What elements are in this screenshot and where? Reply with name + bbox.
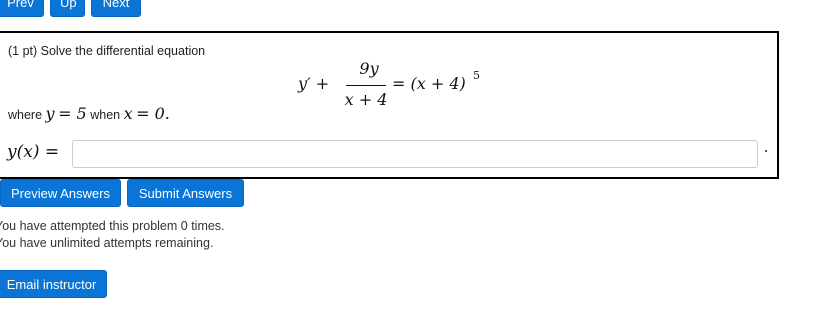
email-instructor-button[interactable]: Email instructor [0,270,107,298]
condition-value-y: = 5 [58,104,87,123]
condition-value-x: = 0. [136,104,170,123]
rhs-exponent: 5 [473,69,480,82]
condition-var-y: y [45,104,55,123]
initial-condition: where y = 5 when x = 0. [8,104,170,123]
problem-box: (1 pt) Solve the differential equation y… [0,31,779,179]
up-button[interactable]: Up [50,0,85,17]
where-text: where [8,108,43,122]
fraction-numerator: 9y [359,59,379,78]
equation-lhs: y′ + [298,74,330,93]
fraction-denominator: x + 4 [344,90,388,109]
prev-button[interactable]: Prev [0,0,44,17]
when-text: when [90,108,121,122]
answer-label: y(x) = [7,142,60,162]
answer-status-dot [765,150,767,152]
remaining-text: You have unlimited attempts remaining. [0,236,214,250]
problem-intro: (1 pt) Solve the differential equation [8,44,206,58]
preview-answers-button[interactable]: Preview Answers [0,179,121,207]
submit-answers-button[interactable]: Submit Answers [127,179,244,207]
fraction-bar [346,85,386,86]
answer-input[interactable] [72,140,758,168]
next-button[interactable]: Next [91,0,141,17]
attempted-text: You have attempted this problem 0 times. [0,219,225,233]
equation-rhs: = (x + 4) [392,74,466,93]
condition-var-x: x [123,104,133,123]
attempts-info: You have attempted this problem 0 times.… [0,218,225,252]
